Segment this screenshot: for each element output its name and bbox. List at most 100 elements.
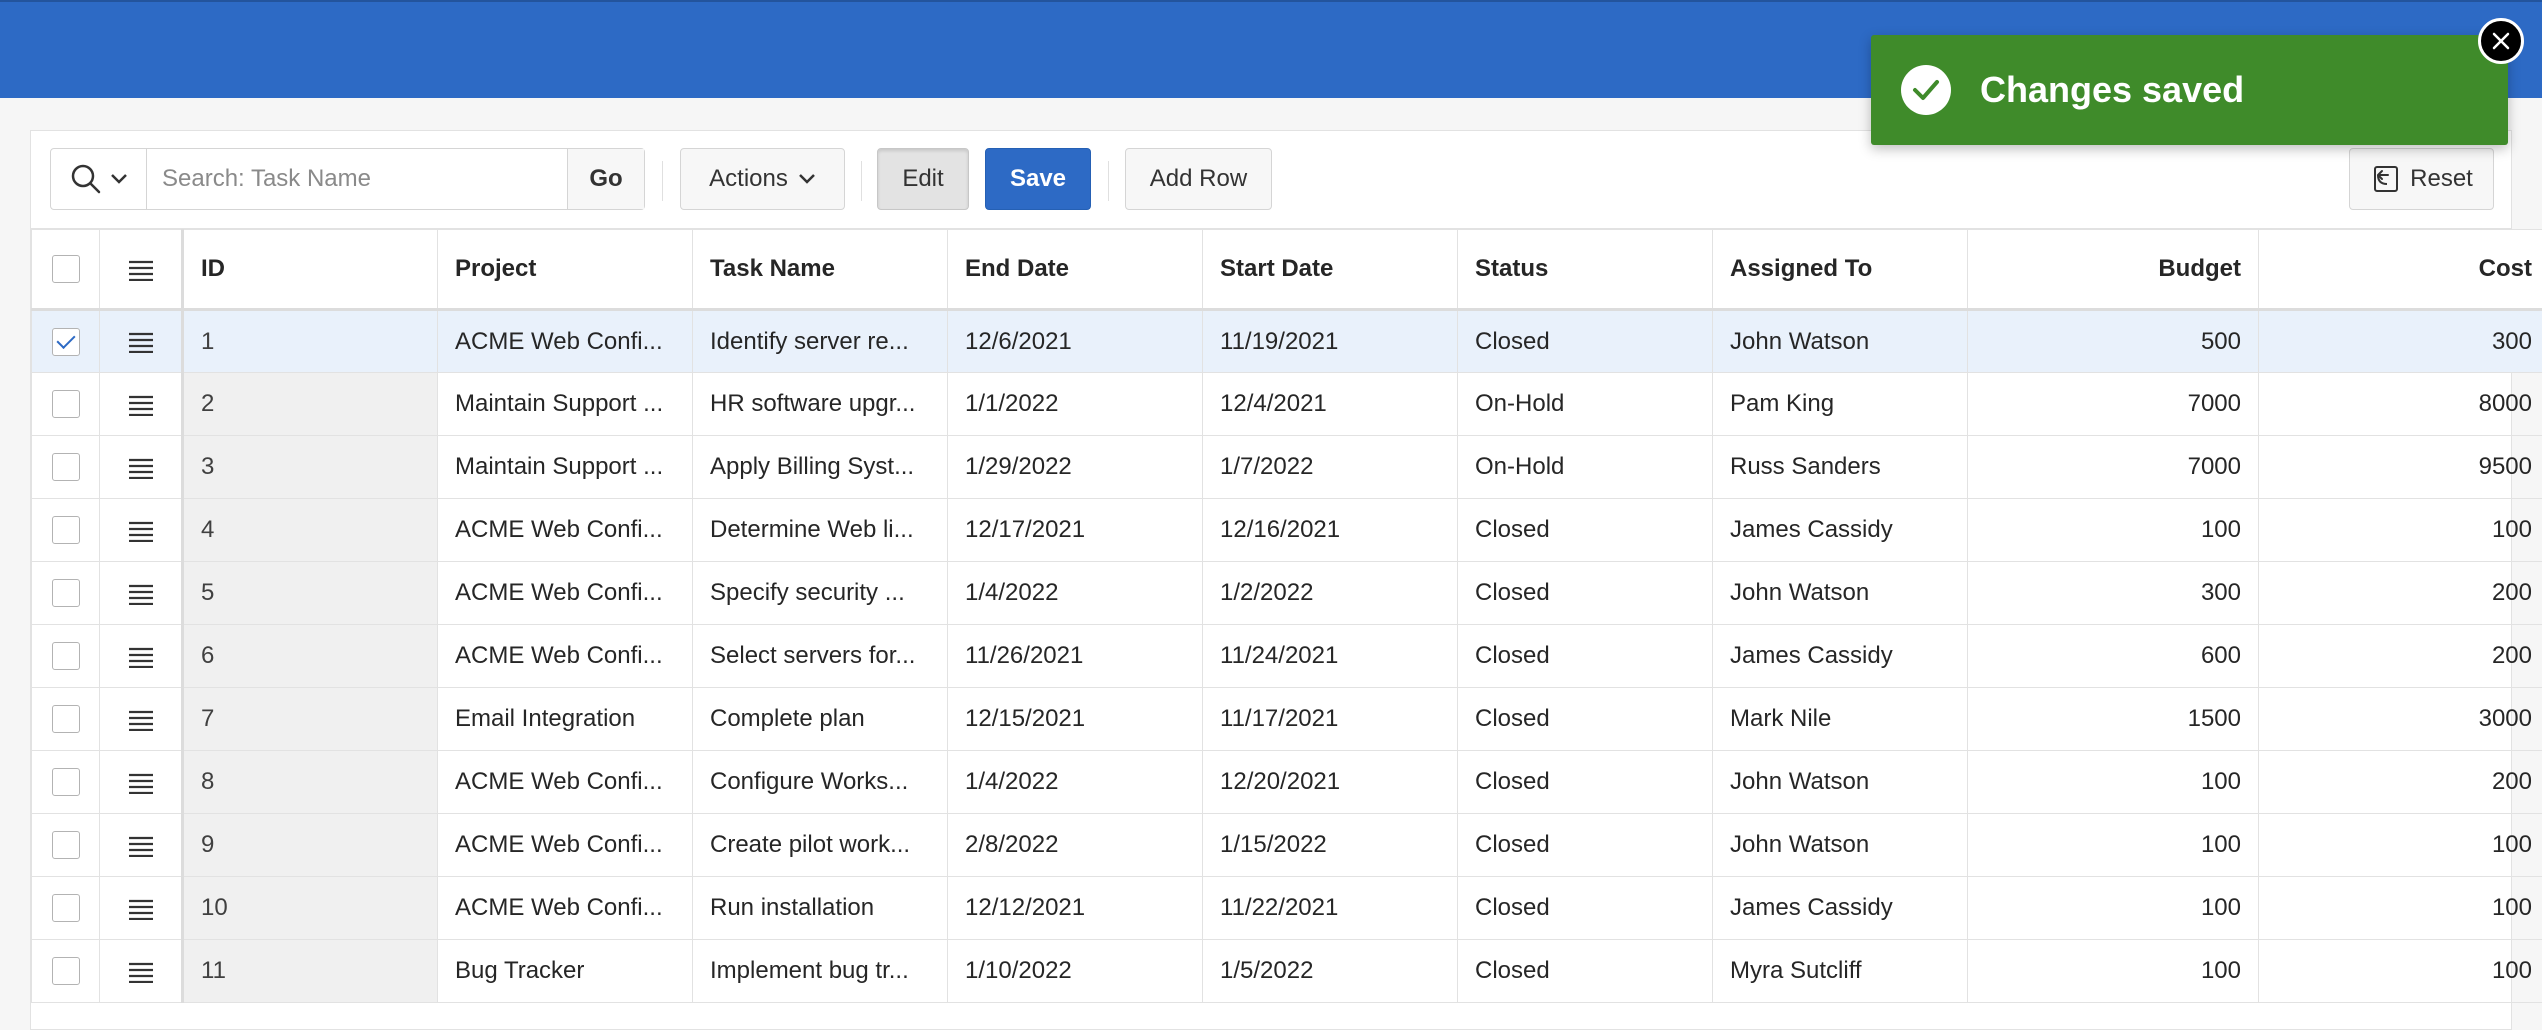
- column-header-project[interactable]: Project: [438, 230, 693, 310]
- search-column-selector[interactable]: [51, 149, 147, 209]
- cell-status[interactable]: Closed: [1458, 877, 1713, 940]
- cell-assigned-to[interactable]: John Watson: [1713, 562, 1968, 625]
- cell-budget[interactable]: 100: [1968, 814, 2259, 877]
- cell-task-name[interactable]: Select servers for...: [693, 625, 948, 688]
- row-actions-cell[interactable]: [100, 310, 183, 373]
- cell-start-date[interactable]: 11/24/2021: [1203, 625, 1458, 688]
- cell-budget[interactable]: 1500: [1968, 688, 2259, 751]
- cell-cost[interactable]: 300: [2259, 310, 2542, 373]
- cell-budget[interactable]: 100: [1968, 499, 2259, 562]
- cell-project[interactable]: ACME Web Confi...: [438, 751, 693, 814]
- row-select-cell[interactable]: [32, 814, 100, 877]
- row-actions-cell[interactable]: [100, 940, 183, 1003]
- row-actions-cell[interactable]: [100, 499, 183, 562]
- cell-id[interactable]: 7: [183, 688, 438, 751]
- cell-start-date[interactable]: 12/4/2021: [1203, 373, 1458, 436]
- cell-cost[interactable]: 100: [2259, 814, 2542, 877]
- cell-start-date[interactable]: 1/2/2022: [1203, 562, 1458, 625]
- row-actions-cell[interactable]: [100, 877, 183, 940]
- cell-start-date[interactable]: 11/19/2021: [1203, 310, 1458, 373]
- cell-status[interactable]: Closed: [1458, 310, 1713, 373]
- row-select-cell[interactable]: [32, 562, 100, 625]
- cell-end-date[interactable]: 12/17/2021: [948, 499, 1203, 562]
- cell-status[interactable]: Closed: [1458, 625, 1713, 688]
- cell-project[interactable]: ACME Web Confi...: [438, 625, 693, 688]
- save-button[interactable]: Save: [985, 148, 1091, 210]
- cell-end-date[interactable]: 1/4/2022: [948, 562, 1203, 625]
- cell-cost[interactable]: 200: [2259, 562, 2542, 625]
- go-button[interactable]: Go: [567, 149, 644, 209]
- row-actions-header[interactable]: [100, 230, 183, 310]
- cell-cost[interactable]: 200: [2259, 625, 2542, 688]
- cell-id[interactable]: 2: [183, 373, 438, 436]
- table-row[interactable]: 9ACME Web Confi...Create pilot work...2/…: [32, 814, 2542, 877]
- column-header-assigned-to[interactable]: Assigned To: [1713, 230, 1968, 310]
- cell-task-name[interactable]: Configure Works...: [693, 751, 948, 814]
- cell-budget[interactable]: 7000: [1968, 373, 2259, 436]
- row-checkbox[interactable]: [52, 453, 80, 481]
- row-checkbox[interactable]: [52, 642, 80, 670]
- table-row[interactable]: 1ACME Web Confi...Identify server re...1…: [32, 310, 2542, 373]
- cell-id[interactable]: 4: [183, 499, 438, 562]
- cell-task-name[interactable]: Identify server re...: [693, 310, 948, 373]
- edit-button[interactable]: Edit: [877, 148, 969, 210]
- cell-end-date[interactable]: 2/8/2022: [948, 814, 1203, 877]
- cell-budget[interactable]: 7000: [1968, 436, 2259, 499]
- row-select-cell[interactable]: [32, 436, 100, 499]
- cell-budget[interactable]: 100: [1968, 940, 2259, 1003]
- cell-task-name[interactable]: Apply Billing Syst...: [693, 436, 948, 499]
- reset-button[interactable]: Reset: [2349, 148, 2494, 210]
- row-actions-cell[interactable]: [100, 814, 183, 877]
- cell-task-name[interactable]: HR software upgr...: [693, 373, 948, 436]
- cell-status[interactable]: Closed: [1458, 751, 1713, 814]
- table-row[interactable]: 3Maintain Support ...Apply Billing Syst.…: [32, 436, 2542, 499]
- cell-cost[interactable]: 100: [2259, 877, 2542, 940]
- column-header-status[interactable]: Status: [1458, 230, 1713, 310]
- cell-project[interactable]: ACME Web Confi...: [438, 877, 693, 940]
- cell-end-date[interactable]: 11/26/2021: [948, 625, 1203, 688]
- table-row[interactable]: 6ACME Web Confi...Select servers for...1…: [32, 625, 2542, 688]
- row-select-cell[interactable]: [32, 688, 100, 751]
- table-row[interactable]: 2Maintain Support ...HR software upgr...…: [32, 373, 2542, 436]
- cell-start-date[interactable]: 11/22/2021: [1203, 877, 1458, 940]
- cell-id[interactable]: 1: [183, 310, 438, 373]
- add-row-button[interactable]: Add Row: [1125, 148, 1272, 210]
- table-row[interactable]: 5ACME Web Confi...Specify security ...1/…: [32, 562, 2542, 625]
- cell-status[interactable]: Closed: [1458, 940, 1713, 1003]
- cell-id[interactable]: 6: [183, 625, 438, 688]
- actions-menu-button[interactable]: Actions: [680, 148, 845, 210]
- row-actions-cell[interactable]: [100, 625, 183, 688]
- cell-cost[interactable]: 100: [2259, 940, 2542, 1003]
- row-select-cell[interactable]: [32, 310, 100, 373]
- cell-id[interactable]: 10: [183, 877, 438, 940]
- cell-end-date[interactable]: 12/6/2021: [948, 310, 1203, 373]
- cell-cost[interactable]: 9500: [2259, 436, 2542, 499]
- cell-end-date[interactable]: 1/1/2022: [948, 373, 1203, 436]
- column-header-end-date[interactable]: End Date: [948, 230, 1203, 310]
- cell-id[interactable]: 3: [183, 436, 438, 499]
- cell-project[interactable]: Bug Tracker: [438, 940, 693, 1003]
- cell-cost[interactable]: 8000: [2259, 373, 2542, 436]
- row-select-cell[interactable]: [32, 373, 100, 436]
- cell-status[interactable]: Closed: [1458, 814, 1713, 877]
- table-row[interactable]: 7Email IntegrationComplete plan12/15/202…: [32, 688, 2542, 751]
- table-row[interactable]: 8ACME Web Confi...Configure Works...1/4/…: [32, 751, 2542, 814]
- cell-cost[interactable]: 200: [2259, 751, 2542, 814]
- cell-id[interactable]: 5: [183, 562, 438, 625]
- cell-assigned-to[interactable]: Mark Nile: [1713, 688, 1968, 751]
- cell-cost[interactable]: 100: [2259, 499, 2542, 562]
- row-checkbox[interactable]: [52, 705, 80, 733]
- cell-status[interactable]: On-Hold: [1458, 373, 1713, 436]
- select-all-cell[interactable]: [32, 230, 100, 310]
- row-select-cell[interactable]: [32, 751, 100, 814]
- row-checkbox[interactable]: [52, 579, 80, 607]
- cell-start-date[interactable]: 1/7/2022: [1203, 436, 1458, 499]
- cell-budget[interactable]: 100: [1968, 751, 2259, 814]
- search-input[interactable]: [147, 149, 567, 209]
- cell-status[interactable]: Closed: [1458, 499, 1713, 562]
- column-header-start-date[interactable]: Start Date: [1203, 230, 1458, 310]
- cell-start-date[interactable]: 12/16/2021: [1203, 499, 1458, 562]
- row-select-cell[interactable]: [32, 499, 100, 562]
- cell-assigned-to[interactable]: James Cassidy: [1713, 877, 1968, 940]
- cell-status[interactable]: Closed: [1458, 562, 1713, 625]
